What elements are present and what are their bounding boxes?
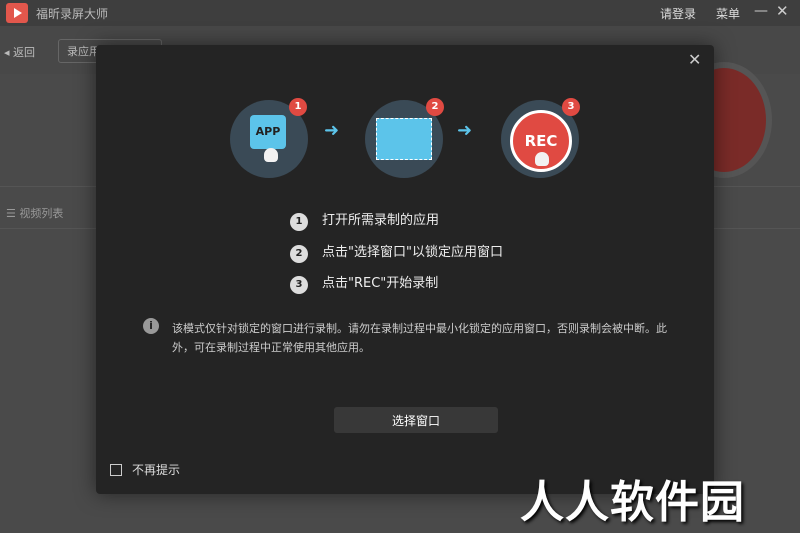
step-text: 点击"REC"开始录制	[322, 276, 439, 291]
step-text: 点击"选择窗口"以锁定应用窗口	[322, 245, 503, 260]
step3-badge: 3	[562, 98, 580, 116]
hand-pointer-icon	[264, 148, 278, 162]
choose-window-button[interactable]: 选择窗口	[334, 407, 498, 433]
step-number: 2	[290, 245, 308, 263]
step2-badge: 2	[426, 98, 444, 116]
arrow-right-icon: ➜	[324, 120, 340, 141]
window-close-icon[interactable]: ✕	[776, 2, 789, 20]
hand-pointer-icon	[535, 152, 549, 166]
arrow-right-icon: ➜	[457, 120, 473, 141]
back-button[interactable]: ◂ 返回	[4, 44, 35, 60]
video-list-label[interactable]: ☰ 视频列表	[6, 205, 63, 221]
step-text: 打开所需录制的应用	[322, 213, 440, 228]
app-logo-icon	[6, 3, 28, 23]
minimize-icon[interactable]: —	[754, 3, 768, 19]
title-bar: 福昕录屏大师 请登录 菜单 — ✕	[0, 0, 800, 26]
step-number: 1	[290, 213, 308, 231]
step1-badge: 1	[289, 98, 307, 116]
dont-show-checkbox[interactable]	[110, 464, 122, 476]
info-note: 该模式仅针对锁定的窗口进行录制。请勿在录制过程中最小化锁定的应用窗口，否则录制会…	[172, 322, 667, 354]
step-number: 3	[290, 276, 308, 294]
app-title: 福昕录屏大师	[36, 7, 109, 21]
step-item: 1 打开所需录制的应用	[290, 209, 439, 231]
dont-show-label[interactable]: 不再提示	[132, 461, 180, 478]
step-item: 3 点击"REC"开始录制	[290, 272, 438, 294]
window-select-icon	[376, 118, 432, 160]
watermark: 人人软件园	[520, 477, 745, 528]
app-icon: APP	[250, 115, 286, 149]
step-item: 2 点击"选择窗口"以锁定应用窗口	[290, 241, 503, 263]
info-icon: i	[143, 318, 159, 334]
dialog-close-icon[interactable]: ✕	[688, 50, 701, 69]
login-link[interactable]: 请登录	[660, 5, 696, 22]
menu-button[interactable]: 菜单	[716, 5, 740, 22]
